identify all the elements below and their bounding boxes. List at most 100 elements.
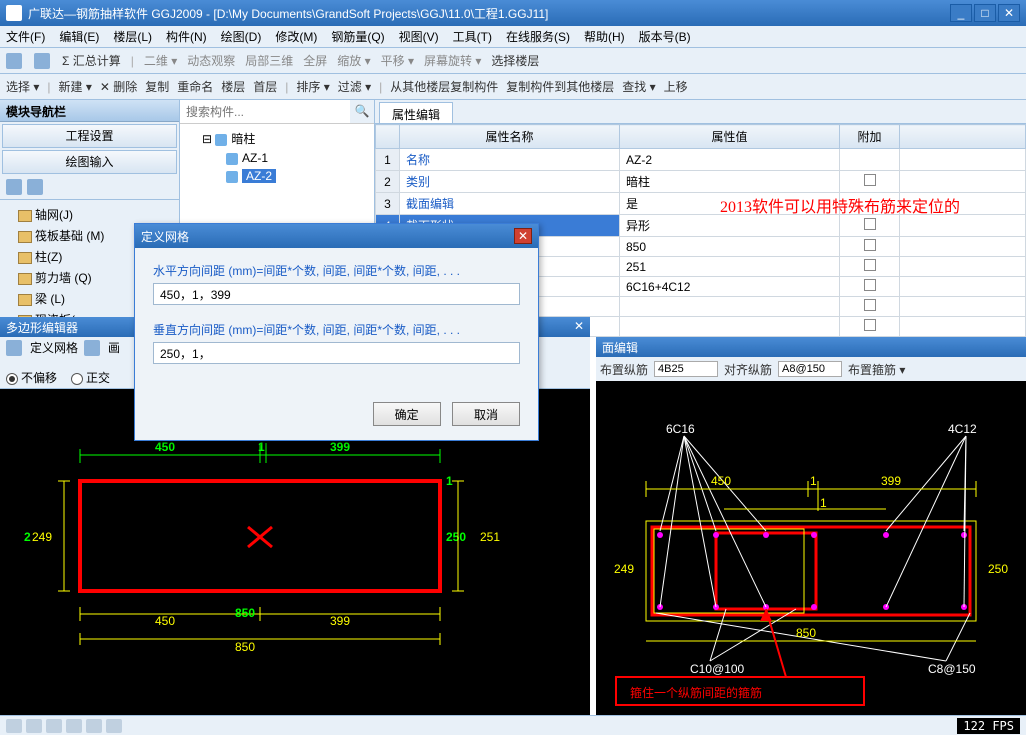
radio-no-offset[interactable] — [6, 373, 18, 385]
ok-button[interactable]: 确定 — [373, 402, 441, 426]
copy-button[interactable]: 复制 — [145, 78, 169, 95]
menu-component[interactable]: 构件(N) — [166, 28, 207, 45]
polygon-close-icon[interactable]: ✕ — [574, 319, 584, 333]
menu-edit[interactable]: 编辑(E) — [59, 28, 99, 45]
maximize-button[interactable]: □ — [974, 4, 996, 22]
filter-button[interactable]: 过滤 ▾ — [338, 78, 371, 95]
status-icon[interactable] — [46, 719, 62, 733]
comp-tree-az1[interactable]: AZ-1 — [184, 149, 370, 167]
sort-button[interactable]: 排序 ▾ — [296, 78, 329, 95]
status-icon[interactable] — [86, 719, 102, 733]
checkbox[interactable] — [864, 239, 876, 251]
svg-text:C8@150: C8@150 — [928, 662, 976, 676]
tab-property-edit[interactable]: 属性编辑 — [379, 102, 453, 123]
tree-node-axis[interactable]: 轴网(J) — [4, 204, 175, 225]
svg-text:6C16: 6C16 — [666, 422, 695, 436]
checkbox[interactable] — [864, 299, 876, 311]
select-button[interactable]: 选择 ▾ — [6, 78, 39, 95]
svg-text:1: 1 — [446, 474, 453, 488]
svg-text:4C12: 4C12 — [948, 422, 977, 436]
v-spacing-input[interactable] — [153, 342, 520, 364]
move-up-button[interactable]: 上移 — [664, 78, 688, 95]
svg-text:450: 450 — [155, 614, 175, 628]
menu-file[interactable]: 文件(F) — [6, 28, 45, 45]
status-icon[interactable] — [66, 719, 82, 733]
menu-floor[interactable]: 楼层(L) — [113, 28, 152, 45]
menu-version[interactable]: 版本号(B) — [639, 28, 691, 45]
floor-button[interactable]: 楼层 — [221, 78, 245, 95]
checkbox[interactable] — [864, 279, 876, 291]
stirrup-input[interactable] — [778, 361, 842, 377]
redo-button[interactable] — [34, 53, 52, 69]
longi-input[interactable] — [654, 361, 718, 377]
radio-ortho[interactable] — [71, 373, 83, 385]
minimize-button[interactable]: _ — [950, 4, 972, 22]
fullscreen-button[interactable]: 全屏 — [303, 52, 327, 69]
app-icon — [6, 5, 22, 21]
svg-text:251: 251 — [480, 530, 500, 544]
beam-icon — [18, 294, 32, 306]
delete-button[interactable]: ✕ 删除 — [100, 78, 137, 95]
nav-tool-icon[interactable] — [27, 179, 43, 195]
col-extra: 附加 — [840, 125, 900, 149]
section-canvas-right: 面编辑 布置纵筋 对齐纵筋 布置箍筋 ▾ — [596, 337, 1026, 715]
checkbox[interactable] — [864, 259, 876, 271]
svg-text:箍住一个纵筋间距的箍筋: 箍住一个纵筋间距的箍筋 — [630, 685, 762, 700]
checkbox[interactable] — [864, 218, 876, 230]
menu-draw[interactable]: 绘图(D) — [221, 28, 262, 45]
toolbar-edit: 选择 ▾ | 新建 ▾ ✕ 删除 复制 重命名 楼层 首层 | 排序 ▾ 过滤 … — [0, 74, 1026, 100]
status-icon[interactable] — [6, 719, 22, 733]
draw-icon[interactable] — [84, 340, 100, 356]
checkbox[interactable] — [864, 319, 876, 331]
comp-tree-root[interactable]: ⊟ 暗柱 — [184, 128, 370, 149]
nav-tool-icon[interactable] — [6, 179, 22, 195]
rotate-button[interactable]: 屏幕旋转 ▾ — [424, 52, 481, 69]
define-grid-button[interactable]: 定义网格 — [30, 339, 78, 356]
menu-rebar[interactable]: 钢筋量(Q) — [331, 28, 384, 45]
close-button[interactable]: ✕ — [998, 4, 1020, 22]
place-longi-button[interactable]: 布置纵筋 — [600, 361, 648, 378]
cancel-button[interactable]: 取消 — [452, 402, 520, 426]
search-input[interactable] — [180, 100, 350, 123]
svg-text:1: 1 — [820, 496, 827, 510]
place-stirrup-button[interactable]: 布置箍筋 ▾ — [848, 361, 905, 378]
status-icon[interactable] — [106, 719, 122, 733]
new-button[interactable]: 新建 ▾ — [58, 78, 91, 95]
comp-tree-az2[interactable]: AZ-2 — [184, 167, 370, 185]
align-longi-button[interactable]: 对齐纵筋 — [724, 361, 772, 378]
svg-text:399: 399 — [330, 440, 350, 454]
menu-tools[interactable]: 工具(T) — [453, 28, 492, 45]
copy-from-button[interactable]: 从其他楼层复制构件 — [390, 78, 498, 95]
svg-text:1: 1 — [258, 440, 265, 454]
checkbox[interactable] — [864, 174, 876, 186]
draw-button[interactable]: 画 — [108, 339, 120, 356]
view-2d-button[interactable]: 二维 ▾ — [144, 52, 177, 69]
first-floor-button[interactable]: 首层 — [253, 78, 277, 95]
svg-text:249: 249 — [32, 530, 52, 544]
find-button[interactable]: 查找 ▾ — [622, 78, 655, 95]
h-spacing-input[interactable] — [153, 283, 520, 305]
section-drawing[interactable]: 6C16 4C12 450 1 399 1 249 250 850 C10@10… — [596, 381, 1026, 715]
filter-icon — [215, 134, 227, 146]
tab-draw-input[interactable]: 绘图输入 — [2, 150, 177, 174]
pan-button[interactable]: 平移 ▾ — [381, 52, 414, 69]
zoom-button[interactable]: 缩放 ▾ — [337, 52, 370, 69]
tab-project-settings[interactable]: 工程设置 — [2, 124, 177, 148]
local-3d-button[interactable]: 局部三维 — [245, 52, 293, 69]
menu-online[interactable]: 在线服务(S) — [506, 28, 570, 45]
undo-button[interactable] — [6, 53, 24, 69]
select-floor-button[interactable]: 选择楼层 — [491, 52, 539, 69]
menu-view[interactable]: 视图(V) — [399, 28, 439, 45]
menu-modify[interactable]: 修改(M) — [275, 28, 317, 45]
col-value: 属性值 — [620, 125, 840, 149]
nav-mini-toolbar — [0, 176, 179, 200]
sum-calc-button[interactable]: Σ 汇总计算 — [62, 52, 121, 69]
grid-icon[interactable] — [6, 340, 22, 356]
copy-to-button[interactable]: 复制构件到其他楼层 — [506, 78, 614, 95]
dynamic-view-button[interactable]: 动态观察 — [187, 52, 235, 69]
status-icon[interactable] — [26, 719, 42, 733]
menu-help[interactable]: 帮助(H) — [584, 28, 625, 45]
dialog-close-button[interactable]: ✕ — [514, 228, 532, 244]
rename-button[interactable]: 重命名 — [177, 78, 213, 95]
search-button[interactable]: 🔍 — [350, 100, 374, 123]
